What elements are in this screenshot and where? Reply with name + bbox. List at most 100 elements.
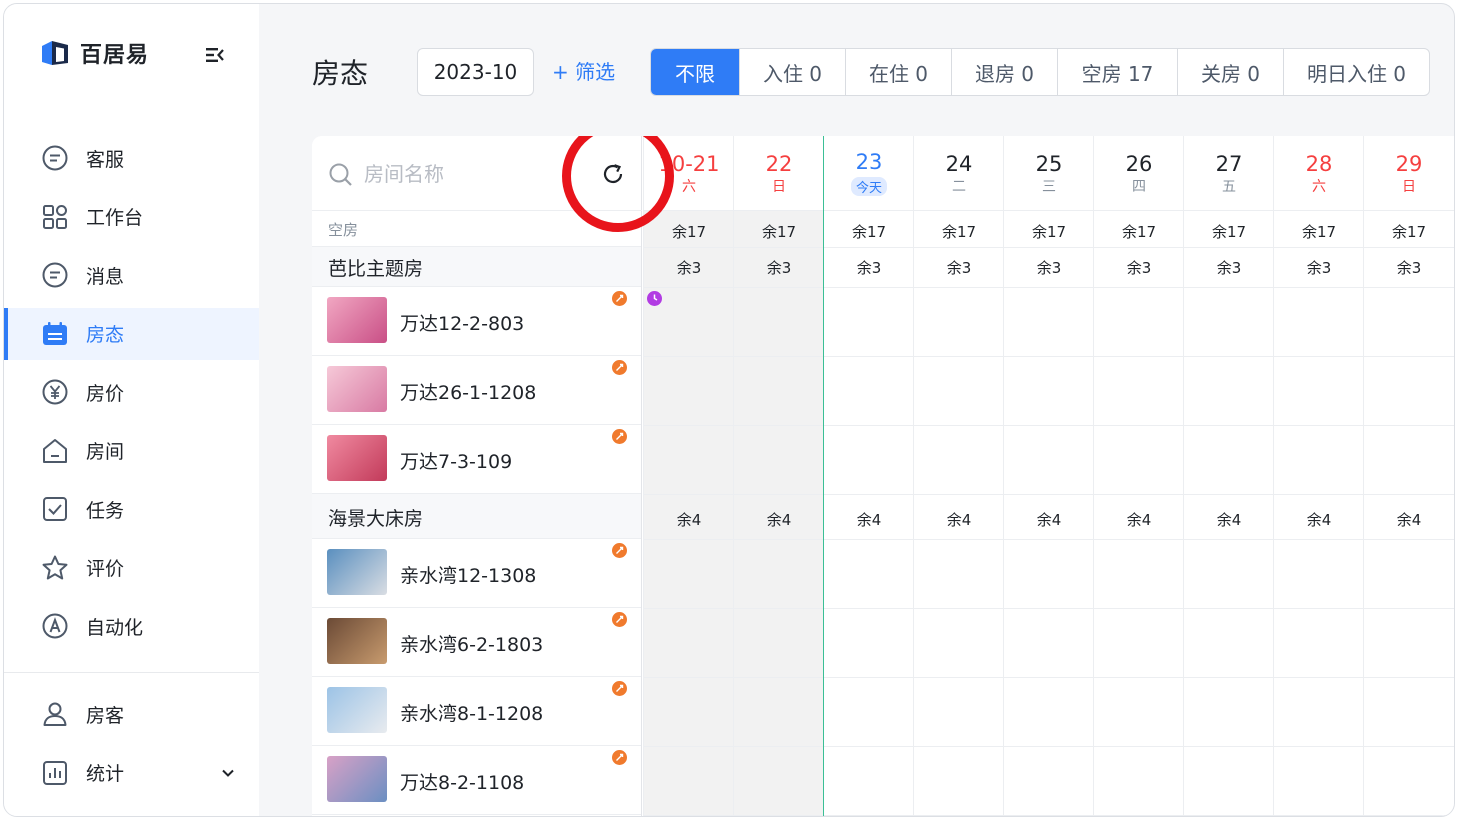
group-remaining: 余3 — [856, 259, 882, 277]
checkbox-icon — [40, 494, 70, 524]
tab-all[interactable]: 不限 — [651, 49, 739, 95]
row-divider — [643, 356, 1454, 357]
collapse-sidebar-icon[interactable] — [204, 44, 226, 66]
day-column: 29 日 余17 余3 余4 — [1363, 136, 1454, 816]
room-row[interactable]: 万达7-3-109 — [312, 425, 641, 494]
sidebar-item-customer-service[interactable]: 客服 — [4, 132, 259, 184]
vacancy-count: 余17 — [761, 223, 797, 241]
day-header: 25 三 — [1004, 136, 1094, 211]
sidebar-item-rooms[interactable]: 房间 — [4, 425, 259, 477]
day-header: 27 五 — [1184, 136, 1274, 211]
clock-icon[interactable] — [647, 291, 662, 306]
vacancy-count: 余17 — [1211, 223, 1247, 241]
room-row[interactable]: 万达8-2-1108 — [312, 746, 641, 815]
room-row[interactable]: 万达26-1-1208 — [312, 356, 641, 425]
sidebar: 百居易 客服 工作台 消息 房态 房价 房间 任务 评价 自动化 房客 统计 — [4, 4, 259, 816]
room-list: 空房 芭比主题房 万达12-2-803 万达26-1-1208 万达7-3-10… — [312, 136, 674, 816]
sidebar-item-label: 房价 — [86, 382, 125, 405]
day-header: 10-21 六 — [644, 136, 734, 211]
sidebar-item-messages[interactable]: 消息 — [4, 249, 259, 301]
cleaning-badge-icon — [612, 360, 627, 375]
tab-vacant[interactable]: 空房 17 — [1057, 49, 1177, 95]
day-weekday: 二 — [952, 179, 966, 195]
tab-in-house[interactable]: 在住 0 — [845, 49, 951, 95]
tab-check-in[interactable]: 入住 0 — [739, 49, 845, 95]
tab-check-out[interactable]: 退房 0 — [951, 49, 1057, 95]
day-header: 24 二 — [914, 136, 1004, 211]
room-group-name: 海景大床房 — [328, 508, 424, 530]
sidebar-item-label: 客服 — [86, 148, 125, 171]
row-divider — [643, 539, 1454, 540]
sidebar-nav: 客服 工作台 消息 房态 房价 房间 任务 评价 自动化 — [4, 132, 259, 659]
group-remaining: 余3 — [676, 259, 702, 277]
day-column: 23 今天 余17 余3 余4 — [823, 136, 914, 816]
sidebar-item-label: 统计 — [86, 763, 125, 785]
sidebar-item-label: 消息 — [86, 265, 125, 288]
day-header: 26 四 — [1094, 136, 1184, 211]
cleaning-badge-icon — [612, 750, 627, 765]
day-weekday: 日 — [1402, 179, 1416, 195]
sidebar-item-workbench[interactable]: 工作台 — [4, 191, 259, 243]
row-divider — [643, 815, 1454, 816]
room-name: 亲水湾8-1-1208 — [400, 703, 544, 725]
refresh-icon[interactable] — [601, 162, 625, 186]
logo: 百居易 — [38, 36, 149, 70]
room-row[interactable]: 亲水湾6-2-1803 — [312, 608, 641, 677]
day-column: 26 四 余17 余3 余4 — [1093, 136, 1184, 816]
room-row[interactable]: 万达12-2-803 — [312, 287, 641, 356]
day-column: 27 五 余17 余3 余4 — [1183, 136, 1274, 816]
chat-icon — [40, 143, 70, 173]
room-group-name: 芭比主题房 — [328, 258, 424, 280]
row-divider — [643, 287, 1454, 288]
room-row[interactable]: 亲水湾12-1308 — [312, 539, 641, 608]
room-name: 万达12-2-803 — [400, 313, 525, 335]
day-weekday: 日 — [772, 179, 786, 195]
day-column: 22 日 余17 余3 余4 — [733, 136, 824, 816]
day-weekday: 五 — [1222, 179, 1236, 195]
day-number: 10-21 — [658, 152, 720, 176]
filter-button[interactable]: + 筛选 — [552, 56, 615, 85]
sidebar-item-statistics[interactable]: 统计 — [4, 747, 259, 799]
sidebar-item-guests[interactable]: 房客 — [4, 688, 259, 740]
sidebar-item-room-status[interactable]: 房态 — [4, 307, 259, 360]
group-remaining: 余3 — [1126, 259, 1152, 277]
room-thumbnail — [327, 549, 387, 595]
tab-tomorrow-check-in[interactable]: 明日入住 0 — [1283, 49, 1429, 95]
day-number: 24 — [945, 152, 973, 176]
day-header: 22 日 — [734, 136, 824, 211]
vacancy-count: 余17 — [1391, 223, 1427, 241]
day-weekday: 四 — [1132, 179, 1146, 195]
day-number: 27 — [1215, 152, 1243, 176]
today-badge: 今天 — [850, 177, 887, 196]
day-header: 29 日 — [1364, 136, 1454, 211]
sidebar-item-tasks[interactable]: 任务 — [4, 483, 259, 535]
sidebar-item-reviews[interactable]: 评价 — [4, 542, 259, 594]
room-group-header: 海景大床房 — [312, 494, 641, 539]
cleaning-badge-icon — [612, 429, 627, 444]
sidebar-item-pricing[interactable]: 房价 — [4, 366, 259, 418]
tab-closed[interactable]: 关房 0 — [1177, 49, 1283, 95]
month-picker[interactable]: 2023-10 — [417, 48, 534, 96]
row-divider — [643, 677, 1454, 678]
group-remaining: 余3 — [1396, 259, 1422, 277]
room-thumbnail — [327, 687, 387, 733]
group-remaining: 余4 — [1036, 511, 1062, 529]
sidebar-item-label: 房客 — [86, 704, 125, 727]
row-divider — [643, 494, 1454, 495]
day-number: 29 — [1395, 152, 1423, 176]
day-column: 10-21 六 余17 余3 余4 — [643, 136, 734, 816]
day-number: 26 — [1125, 152, 1153, 176]
day-number: 25 — [1035, 152, 1063, 176]
vacancy-count: 余17 — [851, 223, 887, 241]
chevron-down-icon[interactable] — [219, 764, 237, 782]
vacancy-count: 余17 — [1121, 223, 1157, 241]
room-name: 亲水湾12-1308 — [400, 565, 537, 587]
group-remaining: 余4 — [766, 511, 792, 529]
sidebar-item-label: 自动化 — [86, 616, 144, 639]
group-remaining: 余3 — [1306, 259, 1332, 277]
search-input[interactable] — [364, 156, 574, 192]
sidebar-item-automation[interactable]: 自动化 — [4, 600, 259, 652]
group-remaining: 余4 — [676, 511, 702, 529]
room-row[interactable]: 亲水湾8-1-1208 — [312, 677, 641, 746]
group-remaining: 余4 — [1216, 511, 1242, 529]
